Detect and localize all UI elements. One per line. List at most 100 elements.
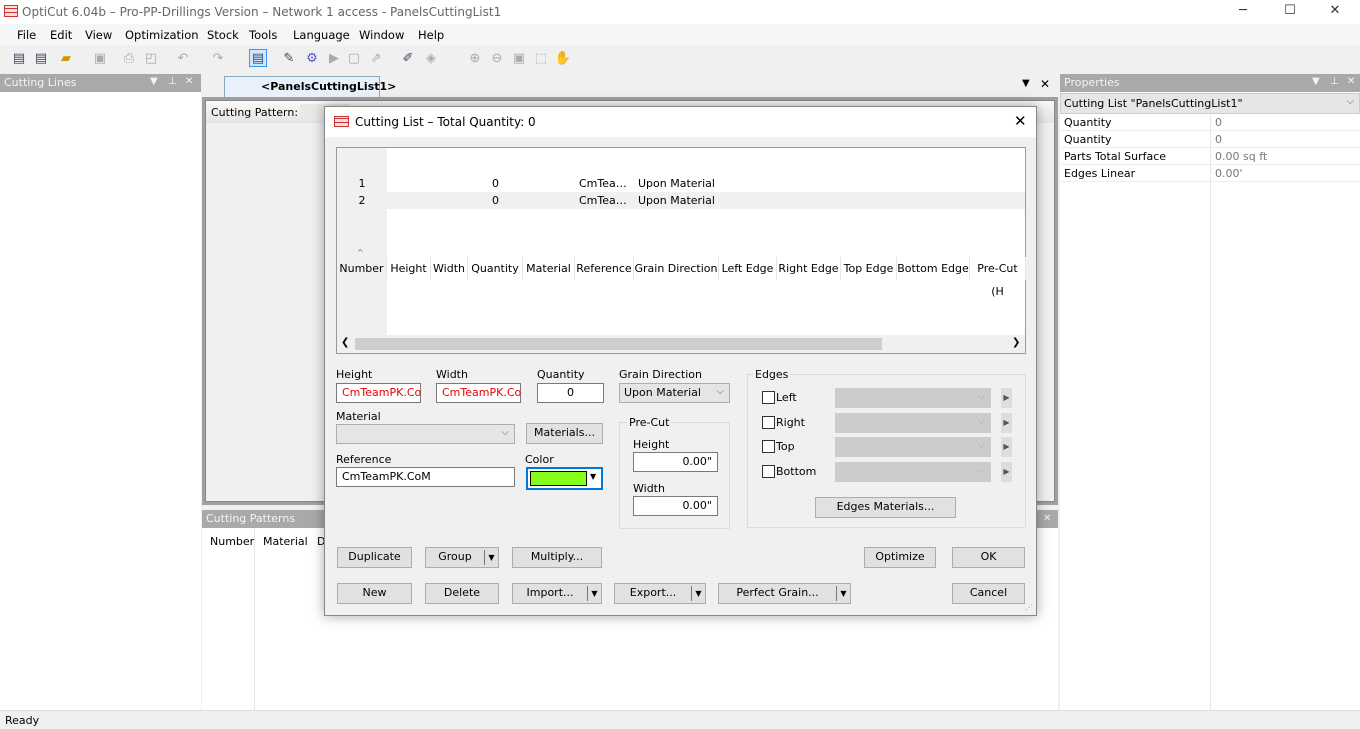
property-row[interactable]: Quantity 0 [1060, 131, 1360, 148]
scroll-left-icon[interactable]: ❮ [341, 337, 349, 348]
edges-materials-button[interactable]: Edges Materials... [815, 497, 956, 518]
close-button[interactable]: ✕ [1320, 3, 1350, 18]
edge-right-checkbox[interactable] [762, 415, 775, 429]
edge-top-checkbox[interactable] [762, 440, 775, 453]
edge-left-select[interactable]: ⌵ [835, 388, 991, 408]
color-picker[interactable]: ▼ [526, 467, 603, 490]
print-preview-icon[interactable]: ◰ [142, 50, 160, 68]
new-list-icon[interactable]: ▤ [32, 50, 50, 68]
menu-stock[interactable]: Stock [207, 28, 239, 42]
cancel-button[interactable]: Cancel [952, 583, 1025, 604]
menu-tools[interactable]: Tools [249, 28, 277, 42]
menu-language[interactable]: Language [293, 28, 350, 42]
edge-top-arrow-button[interactable]: ▶ [1001, 437, 1012, 457]
report-icon[interactable]: ▢ [345, 50, 363, 68]
edge-bottom-arrow-button[interactable]: ▶ [1001, 461, 1012, 482]
tab-panelscuttinglist1[interactable]: <PanelsCuttingList1> [224, 76, 396, 97]
column-header[interactable]: Pre-Cut (H [970, 257, 1026, 298]
menu-edit[interactable]: Edit [50, 28, 72, 42]
column-header[interactable]: Height [387, 257, 431, 280]
column-header-material[interactable]: Material [263, 535, 308, 548]
hand-icon[interactable]: ✋ [554, 50, 572, 68]
edge-left-checkbox[interactable] [762, 391, 775, 404]
scrollbar-thumb[interactable] [355, 338, 882, 350]
column-header[interactable]: Top Edge [841, 257, 897, 280]
undo-icon[interactable]: ↶ [174, 50, 192, 68]
material-select[interactable]: ⌵ [336, 424, 515, 444]
edge-left-arrow-button[interactable]: ▶ [1001, 388, 1012, 408]
zoom-fit-icon[interactable]: ▣ [510, 50, 528, 68]
edge-bottom-select[interactable]: ⌵ [835, 461, 991, 482]
edit-icon[interactable]: ✎ [280, 50, 298, 68]
close-icon[interactable]: ✕ [1347, 76, 1355, 87]
redo-icon[interactable]: ↷ [209, 50, 227, 68]
multiply-button[interactable]: Multiply... [512, 547, 602, 568]
quantity-input[interactable]: 0 [537, 383, 604, 403]
column-header[interactable]: Right Edge [777, 257, 841, 280]
delete-button[interactable]: Delete [425, 583, 499, 604]
new-icon[interactable]: ▤ [10, 50, 28, 68]
perfect-grain-button[interactable]: Perfect Grain... ▼ [718, 583, 851, 604]
reference-input[interactable]: CmTeamPK.CoM [336, 467, 515, 487]
materials-button[interactable]: Materials... [526, 423, 603, 444]
open-icon[interactable]: ▰ [57, 50, 75, 68]
close-icon[interactable]: ✕ [1040, 513, 1055, 524]
import-button[interactable]: Import... ▼ [512, 583, 602, 604]
duplicate-button[interactable]: Duplicate [337, 547, 412, 568]
width-input[interactable]: CmTeamPK.Co [436, 383, 521, 403]
panel-menu-icon[interactable]: ▼ [1312, 76, 1320, 87]
object-selector[interactable]: Cutting List "PanelsCuttingList1" ⌵ [1060, 93, 1360, 114]
column-header[interactable]: Left Edge [719, 257, 777, 280]
column-header[interactable]: Grain Direction [634, 257, 719, 280]
property-row[interactable]: Quantity 0 [1060, 114, 1360, 131]
save-icon[interactable]: ▣ [91, 50, 109, 68]
ok-button[interactable]: OK [952, 547, 1025, 568]
menu-help[interactable]: Help [418, 28, 444, 42]
zoom-select-icon[interactable]: ⬚ [532, 50, 550, 68]
menu-window[interactable]: Window [359, 28, 404, 42]
column-header[interactable]: Width [431, 257, 468, 280]
column-header-number[interactable]: Number [210, 535, 254, 548]
property-row[interactable]: Edges Linear 0.00' [1060, 165, 1360, 182]
precut-width-input[interactable]: 0.00" [633, 496, 718, 516]
grain-direction-select[interactable]: Upon Material ⌵ [619, 383, 730, 403]
column-header[interactable]: Bottom Edge [897, 257, 970, 280]
menu-file[interactable]: File [17, 28, 36, 42]
zoom-out-icon[interactable]: ⊖ [488, 50, 506, 68]
height-input[interactable]: CmTeamPK.Co [336, 383, 421, 403]
play-icon[interactable]: ▶ [325, 50, 343, 68]
pin-icon[interactable]: ⊥ [1330, 76, 1339, 87]
edge-bottom-checkbox[interactable] [762, 464, 775, 478]
close-doc-icon[interactable]: ✕ [1040, 77, 1050, 91]
tab-list-icon[interactable]: ▼ [1022, 78, 1030, 89]
export-button[interactable]: Export... ▼ [614, 583, 706, 604]
menu-optimization[interactable]: Optimization [125, 28, 199, 42]
gear-icon[interactable]: ⚙ [303, 50, 321, 68]
cutting-list-icon[interactable]: ▤ [249, 49, 267, 67]
column-header[interactable]: Reference [575, 257, 634, 280]
print-icon[interactable]: ⎙ [120, 50, 138, 68]
column-header[interactable]: Quantity [468, 257, 523, 280]
scroll-right-icon[interactable]: ❯ [1012, 337, 1020, 348]
precut-height-input[interactable]: 0.00" [633, 452, 718, 472]
edge-right-select[interactable]: ⌵ [835, 412, 991, 433]
export-icon[interactable]: ⇗ [367, 50, 385, 68]
horizontal-scrollbar[interactable]: ❮ ❯ [337, 335, 1025, 353]
pin-icon[interactable]: ⊥ [168, 76, 177, 87]
menu-view[interactable]: View [85, 28, 112, 42]
maximize-button[interactable]: ☐ [1275, 3, 1305, 18]
column-header[interactable]: Number [337, 257, 387, 280]
edge-top-select[interactable]: ⌵ [835, 437, 991, 457]
group-button[interactable]: Group ▼ [425, 547, 499, 568]
edge-right-arrow-button[interactable]: ▶ [1001, 412, 1012, 433]
resize-grip-icon[interactable]: ⋰ [1025, 603, 1033, 612]
new-button[interactable]: New [337, 583, 412, 604]
layers-icon[interactable]: ◈ [422, 50, 440, 68]
dialog-close-button[interactable]: ✕ [1014, 112, 1027, 130]
pencil-icon[interactable]: ✐ [399, 50, 417, 68]
close-icon[interactable]: ✕ [185, 76, 193, 87]
column-header[interactable]: Material [523, 257, 575, 280]
minimize-button[interactable]: ─ [1228, 3, 1258, 18]
zoom-in-icon[interactable]: ⊕ [466, 50, 484, 68]
panel-menu-icon[interactable]: ▼ [150, 76, 158, 87]
